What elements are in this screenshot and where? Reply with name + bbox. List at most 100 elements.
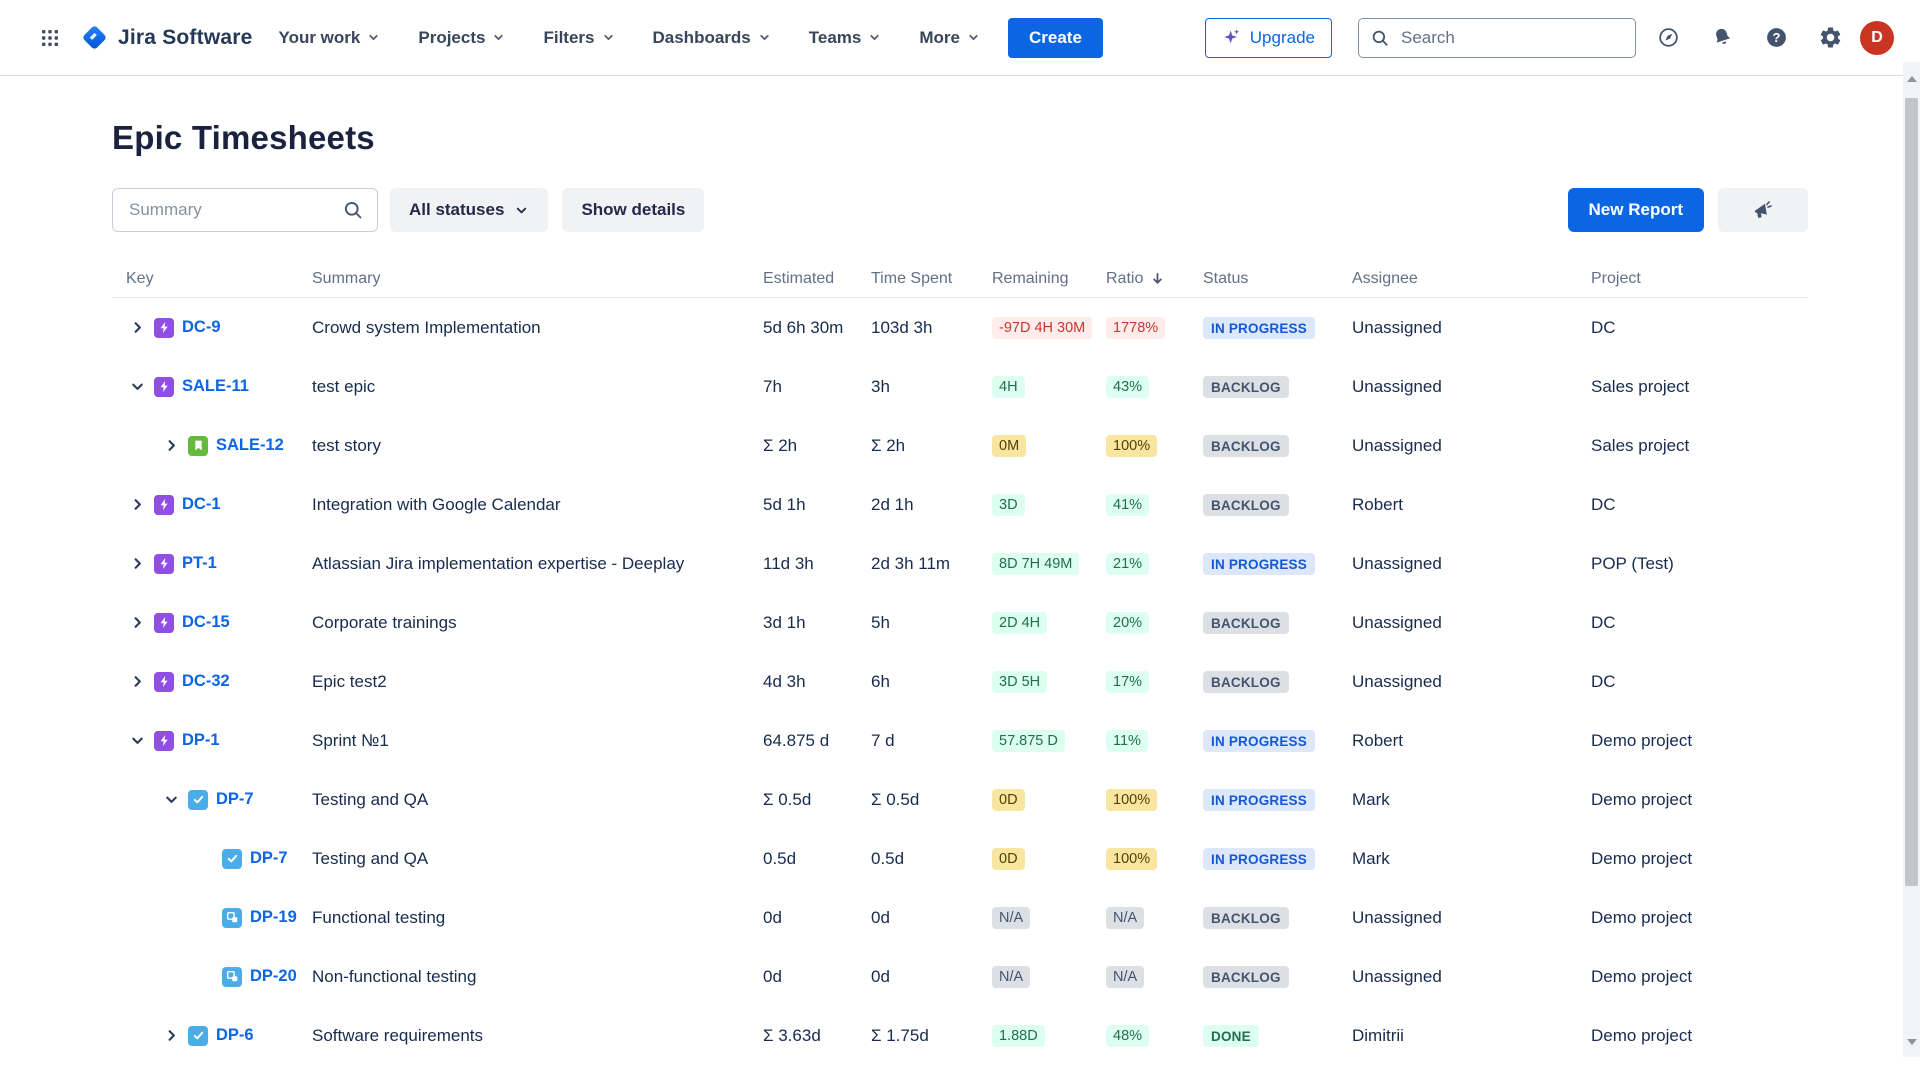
assignee-name: Unassigned (1352, 672, 1591, 692)
issue-key-link[interactable]: DC-15 (182, 613, 230, 632)
table-row[interactable]: PT-1 Atlassian Jira implementation exper… (112, 534, 1808, 593)
column-header-estimated[interactable]: Estimated (763, 270, 871, 288)
chevron-down-icon (602, 31, 615, 44)
nav-item-your-work[interactable]: Your work (279, 28, 381, 48)
table-row[interactable]: DC-9 Crowd system Implementation 5d 6h 3… (112, 298, 1808, 357)
table-row[interactable]: DP-20 Non-functional testing 0d 0d N/A N… (112, 947, 1808, 1006)
epic-icon (154, 731, 174, 751)
issue-key-link[interactable]: PT-1 (182, 554, 217, 573)
project-name: Demo project (1591, 849, 1808, 869)
scroll-up-button[interactable] (1903, 70, 1920, 88)
column-header-project[interactable]: Project (1591, 270, 1808, 288)
issue-summary: Corporate trainings (312, 613, 763, 633)
time-spent-value: 7 d (871, 731, 992, 751)
nav-item-teams[interactable]: Teams (809, 28, 882, 48)
user-avatar[interactable]: D (1860, 21, 1894, 55)
remaining-badge: 0D (992, 789, 1025, 811)
column-header-ratio[interactable]: Ratio (1106, 270, 1203, 288)
remaining-badge: 8D 7H 49M (992, 553, 1079, 575)
table-row[interactable]: DP-19 Functional testing 0d 0d N/A N/A B… (112, 888, 1808, 947)
expand-chevron[interactable] (126, 730, 148, 752)
column-label: Summary (312, 270, 380, 288)
estimated-value: 4d 3h (763, 672, 871, 692)
column-header-time-spent[interactable]: Time Spent (871, 270, 992, 288)
column-header-status[interactable]: Status (1203, 270, 1352, 288)
table-row[interactable]: SALE-11 test epic 7h 3h 4H 43% BACKLOG U… (112, 357, 1808, 416)
issue-key-link[interactable]: DC-9 (182, 318, 221, 337)
nav-item-filters[interactable]: Filters (543, 28, 614, 48)
nav-item-more[interactable]: More (919, 28, 980, 48)
column-header-summary[interactable]: Summary (312, 270, 763, 288)
issue-key-link[interactable]: DC-1 (182, 495, 221, 514)
column-header-assignee[interactable]: Assignee (1352, 270, 1591, 288)
expand-chevron[interactable] (126, 671, 148, 693)
help-button[interactable]: ? (1756, 18, 1796, 58)
issue-key-link[interactable]: DP-7 (250, 849, 288, 868)
scrollbar-thumb[interactable] (1905, 98, 1918, 886)
ratio-badge: N/A (1106, 907, 1144, 929)
table-row[interactable]: DC-15 Corporate trainings 3d 1h 5h 2D 4H… (112, 593, 1808, 652)
issue-key-link[interactable]: DP-19 (250, 908, 297, 927)
ratio-badge: 20% (1106, 612, 1149, 634)
expand-chevron[interactable] (126, 553, 148, 575)
gear-icon (1818, 25, 1843, 50)
nav-item-label: Teams (809, 28, 862, 48)
jira-logo[interactable]: Jira Software (80, 23, 253, 52)
create-button[interactable]: Create (1008, 18, 1103, 58)
issue-summary: Non-functional testing (312, 967, 763, 987)
estimated-value: 11d 3h (763, 554, 871, 574)
table-row[interactable]: DP-6 Software requirements Σ 3.63d Σ 1.7… (112, 1006, 1808, 1065)
table-row[interactable]: SALE-12 test story Σ 2h Σ 2h 0M 100% BAC… (112, 416, 1808, 475)
settings-button[interactable] (1810, 18, 1850, 58)
issue-key-link[interactable]: SALE-12 (216, 436, 284, 455)
global-search[interactable] (1358, 18, 1636, 58)
estimated-value: 0d (763, 908, 871, 928)
table-row[interactable]: DC-32 Epic test2 4d 3h 6h 3D 5H 17% BACK… (112, 652, 1808, 711)
project-name: Demo project (1591, 731, 1808, 751)
discover-button[interactable] (1648, 18, 1688, 58)
assignee-name: Unassigned (1352, 613, 1591, 633)
issue-key-link[interactable]: DP-6 (216, 1026, 254, 1045)
epic-icon (154, 672, 174, 692)
expand-chevron[interactable] (160, 435, 182, 457)
project-name: DC (1591, 672, 1808, 692)
expand-chevron[interactable] (126, 376, 148, 398)
table-row[interactable]: DP-7 Testing and QA Σ 0.5d Σ 0.5d 0D 100… (112, 770, 1808, 829)
column-header-key[interactable]: Key (112, 270, 312, 288)
upgrade-button[interactable]: Upgrade (1205, 18, 1332, 58)
issue-summary: Software requirements (312, 1026, 763, 1046)
nav-item-projects[interactable]: Projects (418, 28, 505, 48)
app-switcher-button[interactable] (30, 18, 70, 58)
issue-key-link[interactable]: DC-32 (182, 672, 230, 691)
expand-chevron[interactable] (160, 1025, 182, 1047)
expand-chevron[interactable] (126, 317, 148, 339)
table-row[interactable]: DC-1 Integration with Google Calendar 5d… (112, 475, 1808, 534)
show-details-button[interactable]: Show details (562, 188, 704, 232)
project-name: Demo project (1591, 908, 1808, 928)
expand-chevron[interactable] (160, 789, 182, 811)
issue-key-link[interactable]: DP-20 (250, 967, 297, 986)
new-report-button[interactable]: New Report (1568, 188, 1704, 232)
issue-key-link[interactable]: DP-7 (216, 790, 254, 809)
summary-filter[interactable] (112, 188, 378, 232)
table-row[interactable]: DP-1 Sprint №1 64.875 d 7 d 57.875 D 11%… (112, 711, 1808, 770)
summary-filter-input[interactable] (127, 199, 343, 221)
estimated-value: 64.875 d (763, 731, 871, 751)
table-row[interactable]: DP-7 Testing and QA 0.5d 0.5d 0D 100% IN… (112, 829, 1808, 888)
expand-chevron[interactable] (126, 612, 148, 634)
scroll-down-button[interactable] (1903, 1033, 1920, 1051)
search-input[interactable] (1399, 27, 1623, 49)
nav-item-dashboards[interactable]: Dashboards (653, 28, 771, 48)
toolbar-right-group: New Report (1568, 188, 1808, 232)
issue-key-link[interactable]: SALE-11 (182, 377, 249, 396)
column-label: Estimated (763, 270, 834, 288)
epic-icon (154, 377, 174, 397)
search-icon (343, 200, 363, 220)
notifications-button[interactable] (1702, 18, 1742, 58)
feedback-button[interactable] (1718, 188, 1808, 232)
issue-key-link[interactable]: DP-1 (182, 731, 220, 750)
status-filter-dropdown[interactable]: All statuses (390, 188, 548, 232)
vertical-scrollbar[interactable] (1903, 62, 1920, 1057)
expand-chevron[interactable] (126, 494, 148, 516)
column-header-remaining[interactable]: Remaining (992, 270, 1106, 288)
